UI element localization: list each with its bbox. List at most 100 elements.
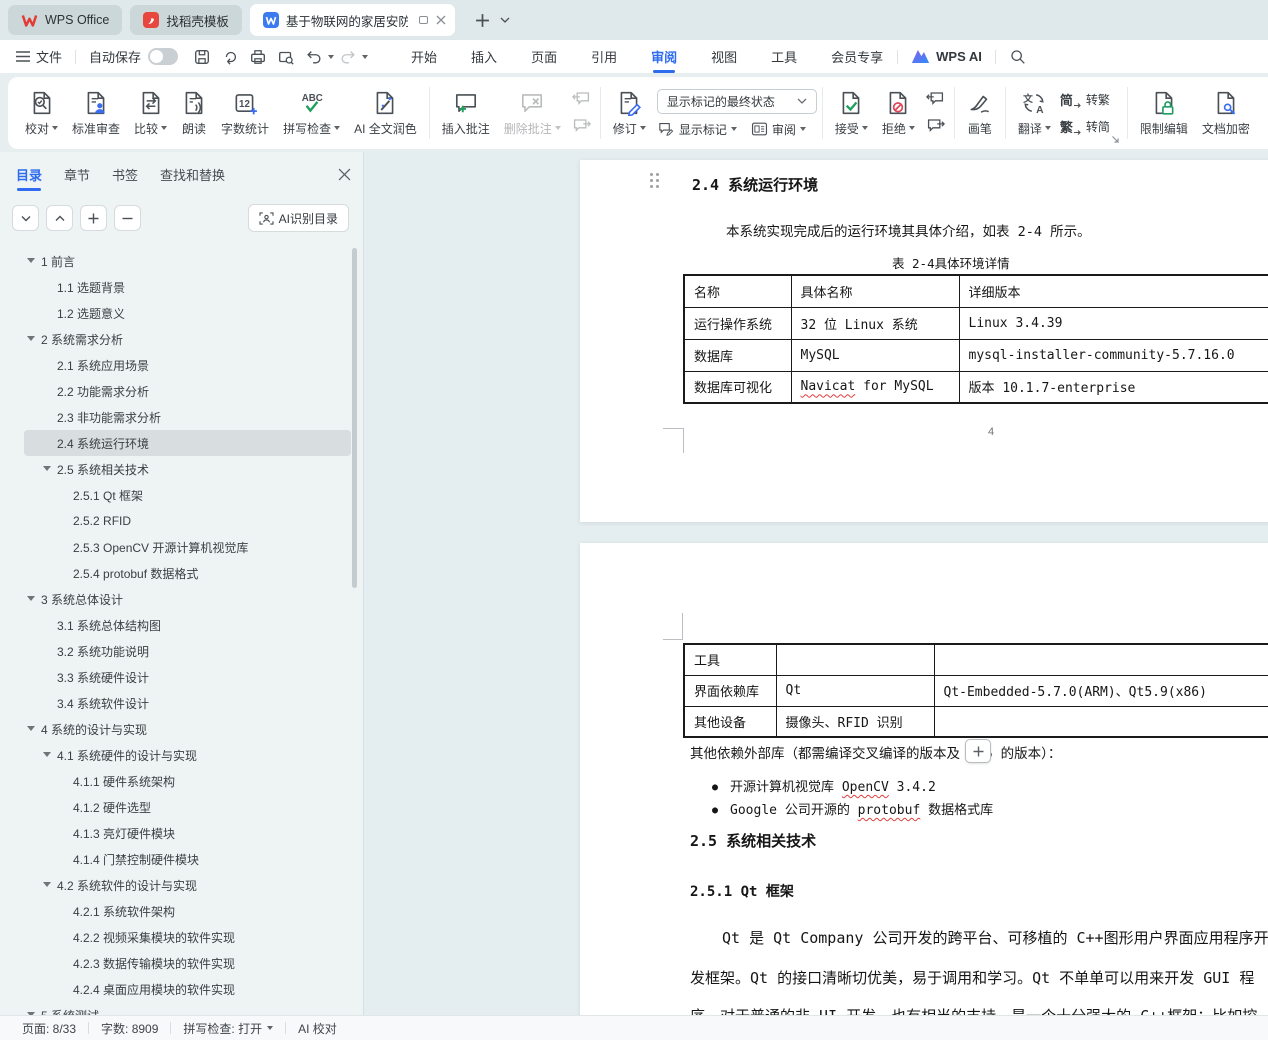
ai-recognize-toc-button[interactable]: AI识别目录 bbox=[248, 204, 349, 232]
simplified-to-traditional-button[interactable]: 简 转繁 bbox=[1060, 90, 1110, 109]
page-2[interactable]: 工具 界面依赖库 Qt Qt-Embedded-5.7.0(ARM)、Qt5.9… bbox=[580, 543, 1268, 1015]
brush-button[interactable]: 画笔 bbox=[960, 80, 1000, 146]
tab-docer[interactable]: 找稻壳模板 bbox=[130, 5, 242, 35]
toc-item[interactable]: 1.1 选题背景 bbox=[24, 274, 351, 300]
status-word-count[interactable]: 字数: 8909 bbox=[89, 1020, 170, 1037]
toc-item[interactable]: 2.5 系统相关技术 bbox=[24, 456, 351, 482]
toc-item[interactable]: 2.5.3 OpenCV 开源计算机视觉库 bbox=[24, 534, 351, 560]
toc-item[interactable]: 4.2.2 视频采集模块的软件实现 bbox=[24, 924, 351, 950]
next-change-icon[interactable] bbox=[925, 117, 946, 136]
toc-item[interactable]: 4.1.1 硬件系统架构 bbox=[24, 768, 351, 794]
spell-check-button[interactable]: ABC 拼写检查 bbox=[276, 80, 347, 146]
toc-item[interactable]: 5 系统测试 bbox=[24, 1002, 351, 1015]
undo-icon[interactable] bbox=[305, 48, 323, 66]
print-preview-icon[interactable] bbox=[277, 48, 295, 66]
close-tab-icon[interactable] bbox=[436, 15, 446, 25]
collapse-all-button[interactable] bbox=[46, 205, 73, 231]
sidebar-tab-bookmarks[interactable]: 书签 bbox=[112, 165, 138, 184]
menu-tab-reference[interactable]: 引用 bbox=[590, 40, 618, 73]
expand-all-button[interactable] bbox=[12, 205, 39, 231]
prev-change-icon[interactable] bbox=[925, 90, 946, 109]
toc-item[interactable]: 4.2.4 桌面应用模块的软件实现 bbox=[24, 976, 351, 1002]
toc-item[interactable]: 3 系统总体设计 bbox=[24, 586, 351, 612]
triangle-down-icon[interactable] bbox=[43, 880, 57, 891]
status-spellcheck[interactable]: 拼写检查: 打开 bbox=[171, 1020, 285, 1037]
zoom-out-toc-button[interactable] bbox=[114, 205, 141, 231]
triangle-down-icon[interactable] bbox=[27, 594, 41, 605]
toc-item[interactable]: 4.1.2 硬件选型 bbox=[24, 794, 351, 820]
status-page-indicator[interactable]: 页面: 8/33 bbox=[10, 1020, 88, 1037]
next-comment-icon[interactable] bbox=[571, 117, 592, 136]
ai-polish-button[interactable]: AI 全文润色 bbox=[347, 80, 424, 146]
triangle-down-icon[interactable] bbox=[27, 724, 41, 735]
sidebar-scrollbar[interactable] bbox=[352, 248, 357, 588]
status-ai-proofread[interactable]: AI 校对 bbox=[286, 1020, 349, 1037]
expand-group-icon[interactable] bbox=[1111, 135, 1120, 144]
toc-item[interactable]: 4.1.4 门禁控制硬件模块 bbox=[24, 846, 351, 872]
search-icon[interactable] bbox=[1009, 48, 1026, 65]
restrict-edit-button[interactable]: 限制编辑 bbox=[1133, 80, 1195, 146]
proofread-button[interactable]: 校对 bbox=[18, 80, 65, 146]
toc-item[interactable]: 4 系统的设计与实现 bbox=[24, 716, 351, 742]
standard-review-button[interactable]: 标准审查 bbox=[65, 80, 127, 146]
toc-item-selected[interactable]: 2.4 系统运行环境 bbox=[24, 430, 351, 456]
markup-state-select[interactable]: 显示标记的最终状态 bbox=[657, 89, 817, 114]
toc-item[interactable]: 4.1.3 亮灯硬件模块 bbox=[24, 820, 351, 846]
toc-item[interactable]: 1.2 选题意义 bbox=[24, 300, 351, 326]
reject-button[interactable]: 拒绝 bbox=[875, 80, 922, 146]
toc-item[interactable]: 2.2 功能需求分析 bbox=[24, 378, 351, 404]
sidebar-tab-chapters[interactable]: 章节 bbox=[64, 165, 90, 184]
close-sidebar-icon[interactable] bbox=[338, 168, 351, 181]
toc-item[interactable]: 4.1 系统硬件的设计与实现 bbox=[24, 742, 351, 768]
prev-comment-icon[interactable] bbox=[571, 90, 592, 109]
traditional-to-simplified-button[interactable]: 繁 转简 bbox=[1060, 117, 1110, 136]
drag-handle-icon[interactable] bbox=[650, 173, 659, 188]
sidebar-tab-find-replace[interactable]: 查找和替换 bbox=[160, 165, 225, 184]
redo-menu-caret[interactable] bbox=[362, 55, 368, 59]
triangle-down-icon[interactable] bbox=[27, 334, 41, 345]
save-icon[interactable] bbox=[193, 48, 211, 66]
encrypt-button[interactable]: 文档加密 bbox=[1195, 80, 1257, 146]
review-mode-button[interactable]: 审阅 bbox=[751, 121, 806, 138]
tab-document[interactable]: 基于物联网的家居安防监控系 bbox=[250, 4, 455, 36]
menu-tab-insert[interactable]: 插入 bbox=[470, 40, 498, 73]
page-1[interactable]: 2.4 系统运行环境 本系统实现完成后的运行环境其具体介绍，如表 2-4 所示。… bbox=[580, 160, 1268, 522]
wps-ai-button[interactable]: WPS AI bbox=[911, 49, 982, 64]
toc-item[interactable]: 3.4 系统软件设计 bbox=[24, 690, 351, 716]
toc-item[interactable]: 2.5.1 Qt 框架 bbox=[24, 482, 351, 508]
toc-item[interactable]: 3.2 系统功能说明 bbox=[24, 638, 351, 664]
menu-tab-start[interactable]: 开始 bbox=[410, 40, 438, 73]
new-tab-icon[interactable] bbox=[475, 13, 490, 28]
read-aloud-button[interactable]: 朗读 bbox=[174, 80, 214, 146]
toc-item[interactable]: 2.5.2 RFID bbox=[24, 508, 351, 534]
toc-item[interactable]: 1 前言 bbox=[24, 248, 351, 274]
word-count-button[interactable]: 12 字数统计 bbox=[214, 80, 276, 146]
toc-item[interactable]: 4.2.1 系统软件架构 bbox=[24, 898, 351, 924]
tabs-menu-icon[interactable] bbox=[500, 17, 510, 23]
file-menu-button[interactable]: 文件 bbox=[16, 47, 62, 66]
menu-tab-view[interactable]: 视图 bbox=[710, 40, 738, 73]
compare-button[interactable]: 比较 bbox=[127, 80, 174, 146]
translate-button[interactable]: 文A 翻译 bbox=[1011, 80, 1058, 146]
export-pdf-icon[interactable] bbox=[221, 48, 239, 66]
print-icon[interactable] bbox=[249, 48, 267, 66]
menu-tab-member[interactable]: 会员专享 bbox=[830, 40, 884, 73]
accept-button[interactable]: 接受 bbox=[828, 80, 875, 146]
delete-comment-button[interactable]: 删除批注 bbox=[497, 80, 568, 146]
tab-wps-home[interactable]: WPS Office bbox=[8, 5, 122, 35]
toc-item[interactable]: 2.1 系统应用场景 bbox=[24, 352, 351, 378]
toc-item[interactable]: 4.2 系统软件的设计与实现 bbox=[24, 872, 351, 898]
autosave-toggle[interactable] bbox=[148, 48, 178, 65]
toc-item[interactable]: 3.1 系统总体结构图 bbox=[24, 612, 351, 638]
sidebar-tab-contents[interactable]: 目录 bbox=[16, 165, 42, 184]
show-markup-button[interactable]: 显示标记 bbox=[657, 121, 737, 138]
undo-menu-caret[interactable] bbox=[328, 55, 334, 59]
redo-icon[interactable] bbox=[339, 48, 357, 66]
triangle-down-icon[interactable] bbox=[43, 750, 57, 761]
track-changes-button[interactable]: 修订 bbox=[606, 80, 653, 146]
triangle-down-icon[interactable] bbox=[27, 256, 41, 267]
menu-tab-review[interactable]: 审阅 bbox=[650, 40, 678, 73]
table-quick-add-button[interactable] bbox=[965, 739, 991, 763]
toc-item[interactable]: 4.2.3 数据传输模块的软件实现 bbox=[24, 950, 351, 976]
window-icon[interactable] bbox=[419, 16, 428, 24]
